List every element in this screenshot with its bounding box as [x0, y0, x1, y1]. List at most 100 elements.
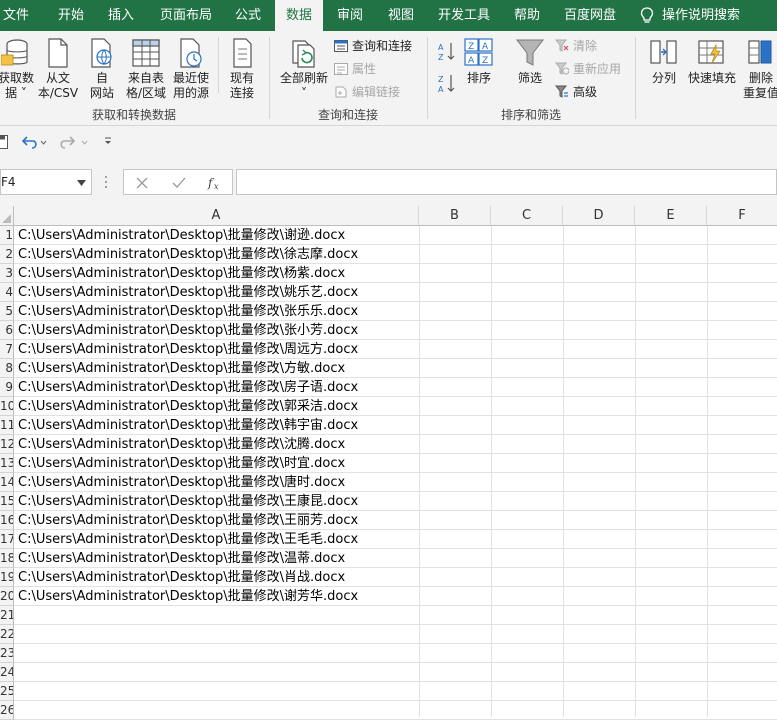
row-header[interactable]: 26	[0, 701, 14, 720]
cell-a[interactable]: C:\Users\Administrator\Desktop\批量修改\张乐乐.…	[18, 302, 358, 321]
cell-a[interactable]: C:\Users\Administrator\Desktop\批量修改\时宜.d…	[18, 454, 345, 473]
tab-data[interactable]: 数据	[275, 0, 323, 31]
tab-review[interactable]: 审阅	[331, 0, 369, 31]
column-header-d[interactable]: D	[563, 206, 635, 226]
properties-button[interactable]: 属性	[334, 60, 376, 77]
recent-sources-button[interactable]: 最近使 用的源	[169, 37, 213, 101]
formula-input[interactable]	[236, 169, 777, 195]
row-header[interactable]: 18	[0, 549, 14, 568]
check-icon[interactable]	[172, 177, 186, 189]
cell-a[interactable]: C:\Users\Administrator\Desktop\批量修改\姚乐艺.…	[18, 283, 358, 302]
row-gridline	[14, 624, 777, 625]
row-header[interactable]: 25	[0, 682, 14, 701]
cell-a[interactable]: C:\Users\Administrator\Desktop\批量修改\王毛毛.…	[18, 530, 358, 549]
column-header-c[interactable]: C	[491, 206, 563, 226]
name-box[interactable]: F4	[0, 169, 92, 195]
cell-a[interactable]: C:\Users\Administrator\Desktop\批量修改\徐志摩.…	[18, 245, 358, 264]
row-header[interactable]: 16	[0, 511, 14, 530]
text-to-columns-button[interactable]: 分列	[645, 37, 683, 86]
remove-duplicates-button[interactable]: 删除 重复值	[740, 37, 777, 101]
row-header[interactable]: 12	[0, 435, 14, 454]
queries-connections-button[interactable]: 查询和连接	[334, 37, 412, 54]
existing-connections-button[interactable]: 现有 连接	[224, 37, 260, 101]
tab-home[interactable]: 开始	[52, 0, 90, 31]
cell-a[interactable]: C:\Users\Administrator\Desktop\批量修改\郭采洁.…	[18, 397, 358, 416]
cell-a[interactable]: C:\Users\Administrator\Desktop\批量修改\周远方.…	[18, 340, 358, 359]
recent-source-icon	[180, 38, 202, 68]
cell-a[interactable]: C:\Users\Administrator\Desktop\批量修改\沈腾.d…	[18, 435, 345, 454]
row-header[interactable]: 10	[0, 397, 14, 416]
tab-help[interactable]: 帮助	[508, 0, 546, 31]
save-icon[interactable]	[0, 135, 8, 149]
row-header[interactable]: 1	[0, 226, 14, 245]
row-header[interactable]: 6	[0, 321, 14, 340]
row-header[interactable]: 14	[0, 473, 14, 492]
sort-button[interactable]: Z A A Z 排序	[462, 37, 496, 86]
row-header[interactable]: 19	[0, 568, 14, 587]
from-text-csv-button[interactable]: 从文 本/CSV	[37, 37, 79, 101]
column-header-e[interactable]: E	[635, 206, 707, 226]
column-header-b[interactable]: B	[419, 206, 491, 226]
row-header[interactable]: 23	[0, 644, 14, 663]
row-header[interactable]: 22	[0, 625, 14, 644]
cell-a[interactable]: C:\Users\Administrator\Desktop\批量修改\谢芳华.…	[18, 587, 358, 606]
row-header[interactable]: 17	[0, 530, 14, 549]
cell-a[interactable]: C:\Users\Administrator\Desktop\批量修改\王丽芳.…	[18, 511, 358, 530]
from-web-button[interactable]: 自 网站	[85, 37, 119, 101]
row-header[interactable]: 4	[0, 283, 14, 302]
cell-a[interactable]: C:\Users\Administrator\Desktop\批量修改\张小芳.…	[18, 321, 358, 340]
get-data-button[interactable]: 获取数 据 ˅	[0, 37, 36, 101]
redo-icon[interactable]	[60, 134, 90, 150]
filter-button[interactable]: 筛选	[512, 37, 548, 86]
row-header[interactable]: 13	[0, 454, 14, 473]
advanced-filter-button[interactable]: 高级	[555, 83, 597, 100]
ribbon-data: 获取数 据 ˅ 从文 本/CSV 自 网站 来自表 格/区域 最近使 用的源 获…	[0, 31, 777, 126]
tab-file[interactable]: 文件	[0, 0, 32, 31]
column-header-a[interactable]: A	[14, 206, 419, 226]
cell-a[interactable]: C:\Users\Administrator\Desktop\批量修改\韩宇宙.…	[18, 416, 358, 435]
row-header[interactable]: 20	[0, 587, 14, 606]
flash-fill-button[interactable]: 快速填充	[686, 37, 738, 86]
row-header[interactable]: 21	[0, 606, 14, 625]
cell-a[interactable]: C:\Users\Administrator\Desktop\批量修改\房子语.…	[18, 378, 358, 397]
row-header[interactable]: 8	[0, 359, 14, 378]
cell-a[interactable]: C:\Users\Administrator\Desktop\批量修改\杨紫.d…	[18, 264, 345, 283]
cell-a[interactable]: C:\Users\Administrator\Desktop\批量修改\王康昆.…	[18, 492, 358, 511]
row-header[interactable]: 2	[0, 245, 14, 264]
select-all-corner[interactable]	[0, 206, 14, 226]
tell-me-search[interactable]: 操作说明搜索	[640, 0, 740, 31]
tab-insert[interactable]: 插入	[102, 0, 140, 31]
edit-links-button[interactable]: 编辑链接	[334, 83, 400, 100]
clear-filter-button[interactable]: 清除	[555, 37, 597, 54]
x-icon[interactable]	[136, 177, 148, 189]
cell-a[interactable]: C:\Users\Administrator\Desktop\批量修改\唐时.d…	[18, 473, 345, 492]
sort-ascending-button[interactable]: A Z	[436, 41, 458, 65]
customize-toolbar-icon[interactable]	[103, 136, 113, 146]
tab-baidu-netdisk[interactable]: 百度网盘	[562, 0, 618, 31]
from-table-range-button[interactable]: 来自表 格/区域	[124, 37, 168, 101]
svg-text:Z: Z	[468, 42, 474, 52]
refresh-all-button[interactable]: 全部刷新 ˅	[276, 37, 332, 101]
cell-a[interactable]: C:\Users\Administrator\Desktop\批量修改\肖战.d…	[18, 568, 345, 587]
cell-a[interactable]: C:\Users\Administrator\Desktop\批量修改\方敏.d…	[18, 359, 345, 378]
fx-icon[interactable]: f x	[207, 175, 223, 191]
row-header[interactable]: 7	[0, 340, 14, 359]
column-header-f[interactable]: F	[707, 206, 777, 226]
row-header[interactable]: 9	[0, 378, 14, 397]
tab-view[interactable]: 视图	[382, 0, 420, 31]
undo-icon[interactable]	[22, 134, 48, 150]
row-header[interactable]: 11	[0, 416, 14, 435]
row-header[interactable]: 24	[0, 663, 14, 682]
row-header[interactable]: 5	[0, 302, 14, 321]
tab-developer[interactable]: 开发工具	[436, 0, 492, 31]
cell-a[interactable]: C:\Users\Administrator\Desktop\批量修改\温蒂.d…	[18, 549, 345, 568]
recent-sources-label-1: 最近使	[172, 71, 209, 85]
row-header[interactable]: 15	[0, 492, 14, 511]
sort-descending-button[interactable]: Z A	[436, 73, 458, 97]
reapply-button[interactable]: 重新应用	[555, 60, 621, 77]
cell-a[interactable]: C:\Users\Administrator\Desktop\批量修改\谢逊.d…	[18, 226, 345, 245]
tab-page-layout[interactable]: 页面布局	[155, 0, 217, 31]
chevron-down-icon[interactable]	[77, 180, 86, 186]
row-header[interactable]: 3	[0, 264, 14, 283]
tab-formulas[interactable]: 公式	[229, 0, 267, 31]
